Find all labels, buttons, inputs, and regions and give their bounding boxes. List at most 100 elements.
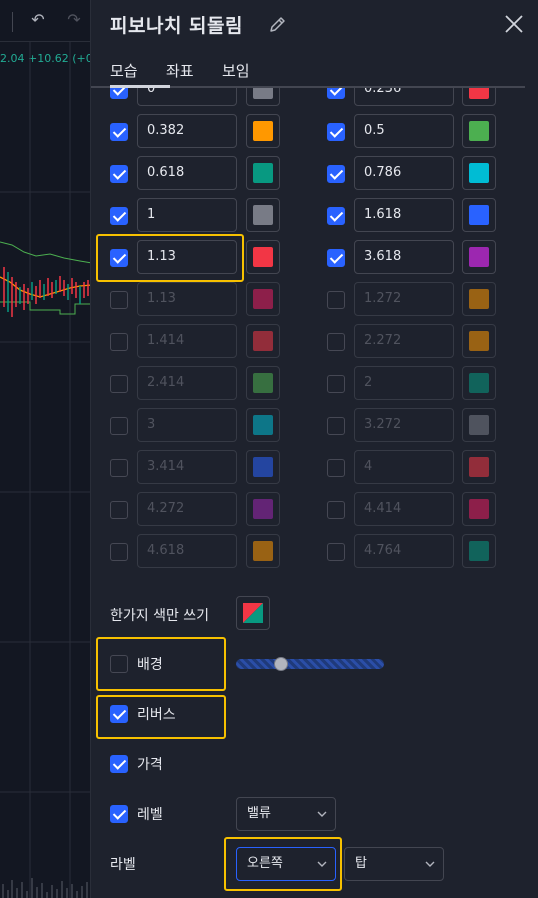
tab-visibility[interactable]: 보임 (222, 60, 250, 81)
level-color-swatch[interactable] (246, 324, 280, 358)
level-color-swatch[interactable] (462, 88, 496, 106)
level-value-input[interactable]: 0.786 (354, 156, 454, 190)
level-checkbox[interactable] (327, 459, 345, 477)
chart-plot[interactable] (0, 42, 92, 898)
background-opacity-slider[interactable] (236, 659, 384, 669)
tab-style[interactable]: 모습 (110, 60, 138, 81)
level-checkbox[interactable] (110, 291, 128, 309)
level-checkbox[interactable] (327, 501, 345, 519)
level-checkbox[interactable] (327, 88, 345, 99)
color-chip (469, 88, 489, 99)
levels-mode-select[interactable]: 밸류 (236, 797, 336, 831)
level-value-input[interactable]: 0 (137, 88, 237, 106)
redo-icon[interactable]: ↷ (64, 10, 84, 30)
level-checkbox[interactable] (327, 543, 345, 561)
level-value-input[interactable]: 1.618 (354, 198, 454, 232)
level-value-input[interactable]: 2.414 (137, 366, 237, 400)
level-color-swatch[interactable] (462, 534, 496, 568)
undo-icon[interactable]: ↶ (28, 10, 48, 30)
level-checkbox[interactable] (110, 501, 128, 519)
level-color-swatch[interactable] (462, 240, 496, 274)
level-color-swatch[interactable] (246, 156, 280, 190)
level-color-swatch[interactable] (462, 198, 496, 232)
level-value-input[interactable]: 1.272 (354, 282, 454, 316)
color-chip (469, 121, 489, 141)
level-color-swatch[interactable] (246, 240, 280, 274)
level-checkbox[interactable] (110, 123, 128, 141)
level-color-swatch[interactable] (462, 492, 496, 526)
level-value-input[interactable]: 0.5 (354, 114, 454, 148)
level-color-swatch[interactable] (246, 114, 280, 148)
level-checkbox[interactable] (327, 417, 345, 435)
level-checkbox[interactable] (327, 333, 345, 351)
level-color-swatch[interactable] (462, 408, 496, 442)
level-value-input[interactable]: 4.414 (354, 492, 454, 526)
tab-coordinates[interactable]: 좌표 (166, 60, 194, 81)
level-checkbox[interactable] (110, 375, 128, 393)
level-value-input[interactable]: 1 (137, 198, 237, 232)
level-color-swatch[interactable] (462, 282, 496, 316)
slider-thumb[interactable] (273, 657, 288, 671)
level-checkbox[interactable] (327, 123, 345, 141)
close-icon[interactable] (503, 13, 525, 35)
level-color-swatch[interactable] (462, 156, 496, 190)
pencil-icon[interactable] (268, 14, 288, 34)
level-checkbox[interactable] (327, 375, 345, 393)
color-chip (253, 88, 273, 99)
color-chip (469, 499, 489, 519)
level-value-input[interactable]: 3.618 (354, 240, 454, 274)
level-value-input[interactable]: 4.764 (354, 534, 454, 568)
level-value-input[interactable]: 3.414 (137, 450, 237, 484)
level-value-input[interactable]: 4.618 (137, 534, 237, 568)
level-checkbox[interactable] (110, 165, 128, 183)
level-color-swatch[interactable] (246, 534, 280, 568)
level-color-swatch[interactable] (246, 282, 280, 316)
level-checkbox[interactable] (110, 459, 128, 477)
prices-checkbox[interactable] (110, 755, 128, 773)
labels-horizontal-select[interactable]: 오른쪽 (236, 847, 336, 881)
level-checkbox[interactable] (110, 207, 128, 225)
level-color-swatch[interactable] (246, 408, 280, 442)
level-color-swatch[interactable] (462, 324, 496, 358)
labels-vertical-select[interactable]: 탑 (344, 847, 444, 881)
level-color-swatch[interactable] (462, 114, 496, 148)
labels-vertical-value: 탑 (355, 856, 367, 871)
level-value-input[interactable]: 1.13 (137, 240, 237, 274)
single-color-swatch[interactable] (236, 596, 270, 630)
level-color-swatch[interactable] (246, 198, 280, 232)
level-value-input[interactable]: 3 (137, 408, 237, 442)
level-color-swatch[interactable] (462, 366, 496, 400)
settings-scroll-area[interactable]: 0 0.236 0.382 0.5 0.618 0.786 1 1.618 1.13 3.618 1… (91, 88, 538, 898)
level-value-input[interactable]: 3.272 (354, 408, 454, 442)
level-checkbox[interactable] (110, 333, 128, 351)
levels-checkbox[interactable] (110, 805, 128, 823)
two-color-icon (243, 603, 263, 623)
level-checkbox[interactable] (110, 88, 128, 99)
level-value-input[interactable]: 2 (354, 366, 454, 400)
level-value-input[interactable]: 2.272 (354, 324, 454, 358)
background-checkbox[interactable] (110, 655, 128, 673)
level-value-input[interactable]: 0.382 (137, 114, 237, 148)
level-checkbox[interactable] (327, 249, 345, 267)
level-color-swatch[interactable] (246, 366, 280, 400)
level-color-swatch[interactable] (462, 450, 496, 484)
level-value-input[interactable]: 1.414 (137, 324, 237, 358)
level-checkbox[interactable] (110, 543, 128, 561)
level-value-input[interactable]: 1.13 (137, 282, 237, 316)
reverse-checkbox[interactable] (110, 705, 128, 723)
level-checkbox[interactable] (110, 417, 128, 435)
level-value-input[interactable]: 0.618 (137, 156, 237, 190)
level-color-swatch[interactable] (246, 88, 280, 106)
level-checkbox[interactable] (327, 291, 345, 309)
level-checkbox[interactable] (327, 165, 345, 183)
level-color-swatch[interactable] (246, 492, 280, 526)
level-checkbox[interactable] (327, 207, 345, 225)
toolbar-separator (12, 12, 13, 32)
level-value-input[interactable]: 4.272 (137, 492, 237, 526)
color-chip (253, 205, 273, 225)
level-value-input[interactable]: 4 (354, 450, 454, 484)
dialog-title: 피보나치 되돌림 (110, 15, 243, 37)
level-value-input[interactable]: 0.236 (354, 88, 454, 106)
level-color-swatch[interactable] (246, 450, 280, 484)
level-checkbox[interactable] (110, 249, 128, 267)
